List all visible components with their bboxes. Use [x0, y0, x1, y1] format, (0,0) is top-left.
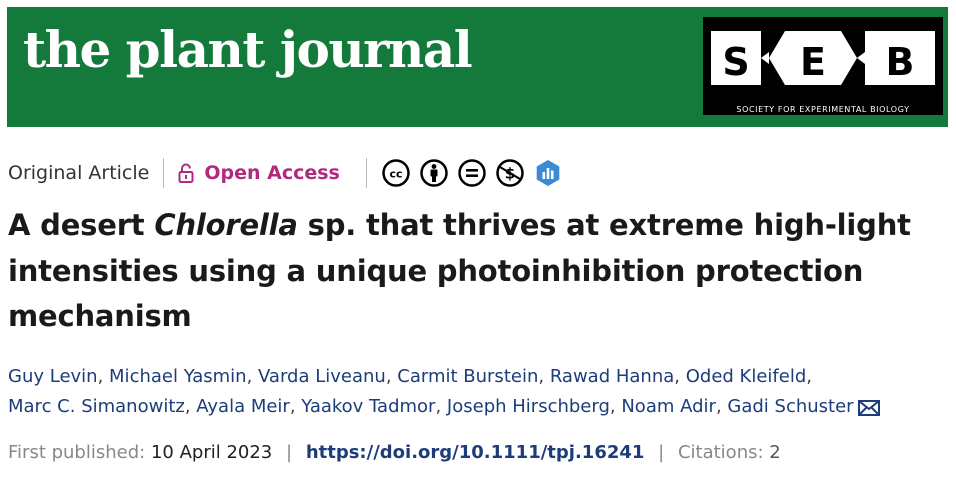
first-published-label: First published: [8, 442, 146, 463]
doi-link[interactable]: https://doi.org/10.1111/tpj.16241 [306, 442, 645, 463]
altmetric-icon[interactable] [533, 158, 563, 188]
svg-text:cc: cc [389, 168, 402, 181]
divider: | [286, 442, 293, 463]
open-access-badge[interactable]: Open Access [178, 162, 340, 184]
author-link[interactable]: Joseph Hirschberg [447, 396, 610, 417]
journal-banner[interactable]: the plant journal S E B SOCIETY FOR EXPE… [7, 7, 948, 127]
divider [163, 158, 165, 188]
author-link[interactable]: Noam Adir [621, 396, 716, 417]
attribution-icon[interactable] [419, 158, 449, 188]
divider: | [658, 442, 665, 463]
title-species: Chlorella [154, 208, 298, 242]
author-link[interactable]: Gadi Schuster [727, 396, 853, 417]
author-link[interactable]: Marc C. Simanowitz [8, 396, 185, 417]
title-part-1: A desert [8, 208, 155, 242]
citations-label[interactable]: Citations: [678, 442, 764, 463]
author-list: Guy Levin, Michael Yasmin, Varda Liveanu… [8, 362, 953, 426]
seb-letter-b: B [886, 40, 915, 84]
citations-count[interactable]: 2 [769, 442, 780, 463]
author-link[interactable]: Michael Yasmin [109, 366, 247, 387]
open-access-label: Open Access [204, 162, 340, 184]
open-lock-icon [178, 163, 194, 183]
author-link[interactable]: Oded Kleifeld [686, 366, 807, 387]
publication-info: First published: 10 April 2023 | https:/… [8, 442, 781, 463]
cc-icon[interactable]: cc [381, 158, 411, 188]
no-derivatives-icon[interactable] [457, 158, 487, 188]
author-link[interactable]: Guy Levin [8, 366, 98, 387]
author-link[interactable]: Varda Liveanu [258, 366, 386, 387]
author-link[interactable]: Rawad Hanna [550, 366, 674, 387]
article-meta-row: Original Article Open Access cc [8, 156, 563, 190]
divider [365, 158, 367, 188]
article-title: A desert Chlorella sp. that thrives at e… [8, 203, 938, 340]
non-commercial-icon[interactable]: $ [495, 158, 525, 188]
journal-title[interactable]: the plant journal [23, 25, 473, 75]
seb-logo-graphic: S E B [711, 31, 935, 85]
seb-letter-s: S [722, 40, 749, 84]
article-type: Original Article [8, 162, 150, 184]
author-link[interactable]: Carmit Burstein [397, 366, 538, 387]
seb-letter-e: E [800, 40, 826, 84]
author-link[interactable]: Ayala Meir [196, 396, 290, 417]
corresponding-author-mail-icon[interactable] [857, 396, 880, 426]
first-published-date: 10 April 2023 [150, 442, 273, 463]
seb-tagline: SOCIETY FOR EXPERIMENTAL BIOLOGY [736, 105, 910, 114]
seb-logo[interactable]: S E B SOCIETY FOR EXPERIMENTAL BIOLOGY [703, 17, 943, 115]
license-icons: cc $ [381, 158, 563, 188]
author-link[interactable]: Yaakov Tadmor [301, 396, 435, 417]
